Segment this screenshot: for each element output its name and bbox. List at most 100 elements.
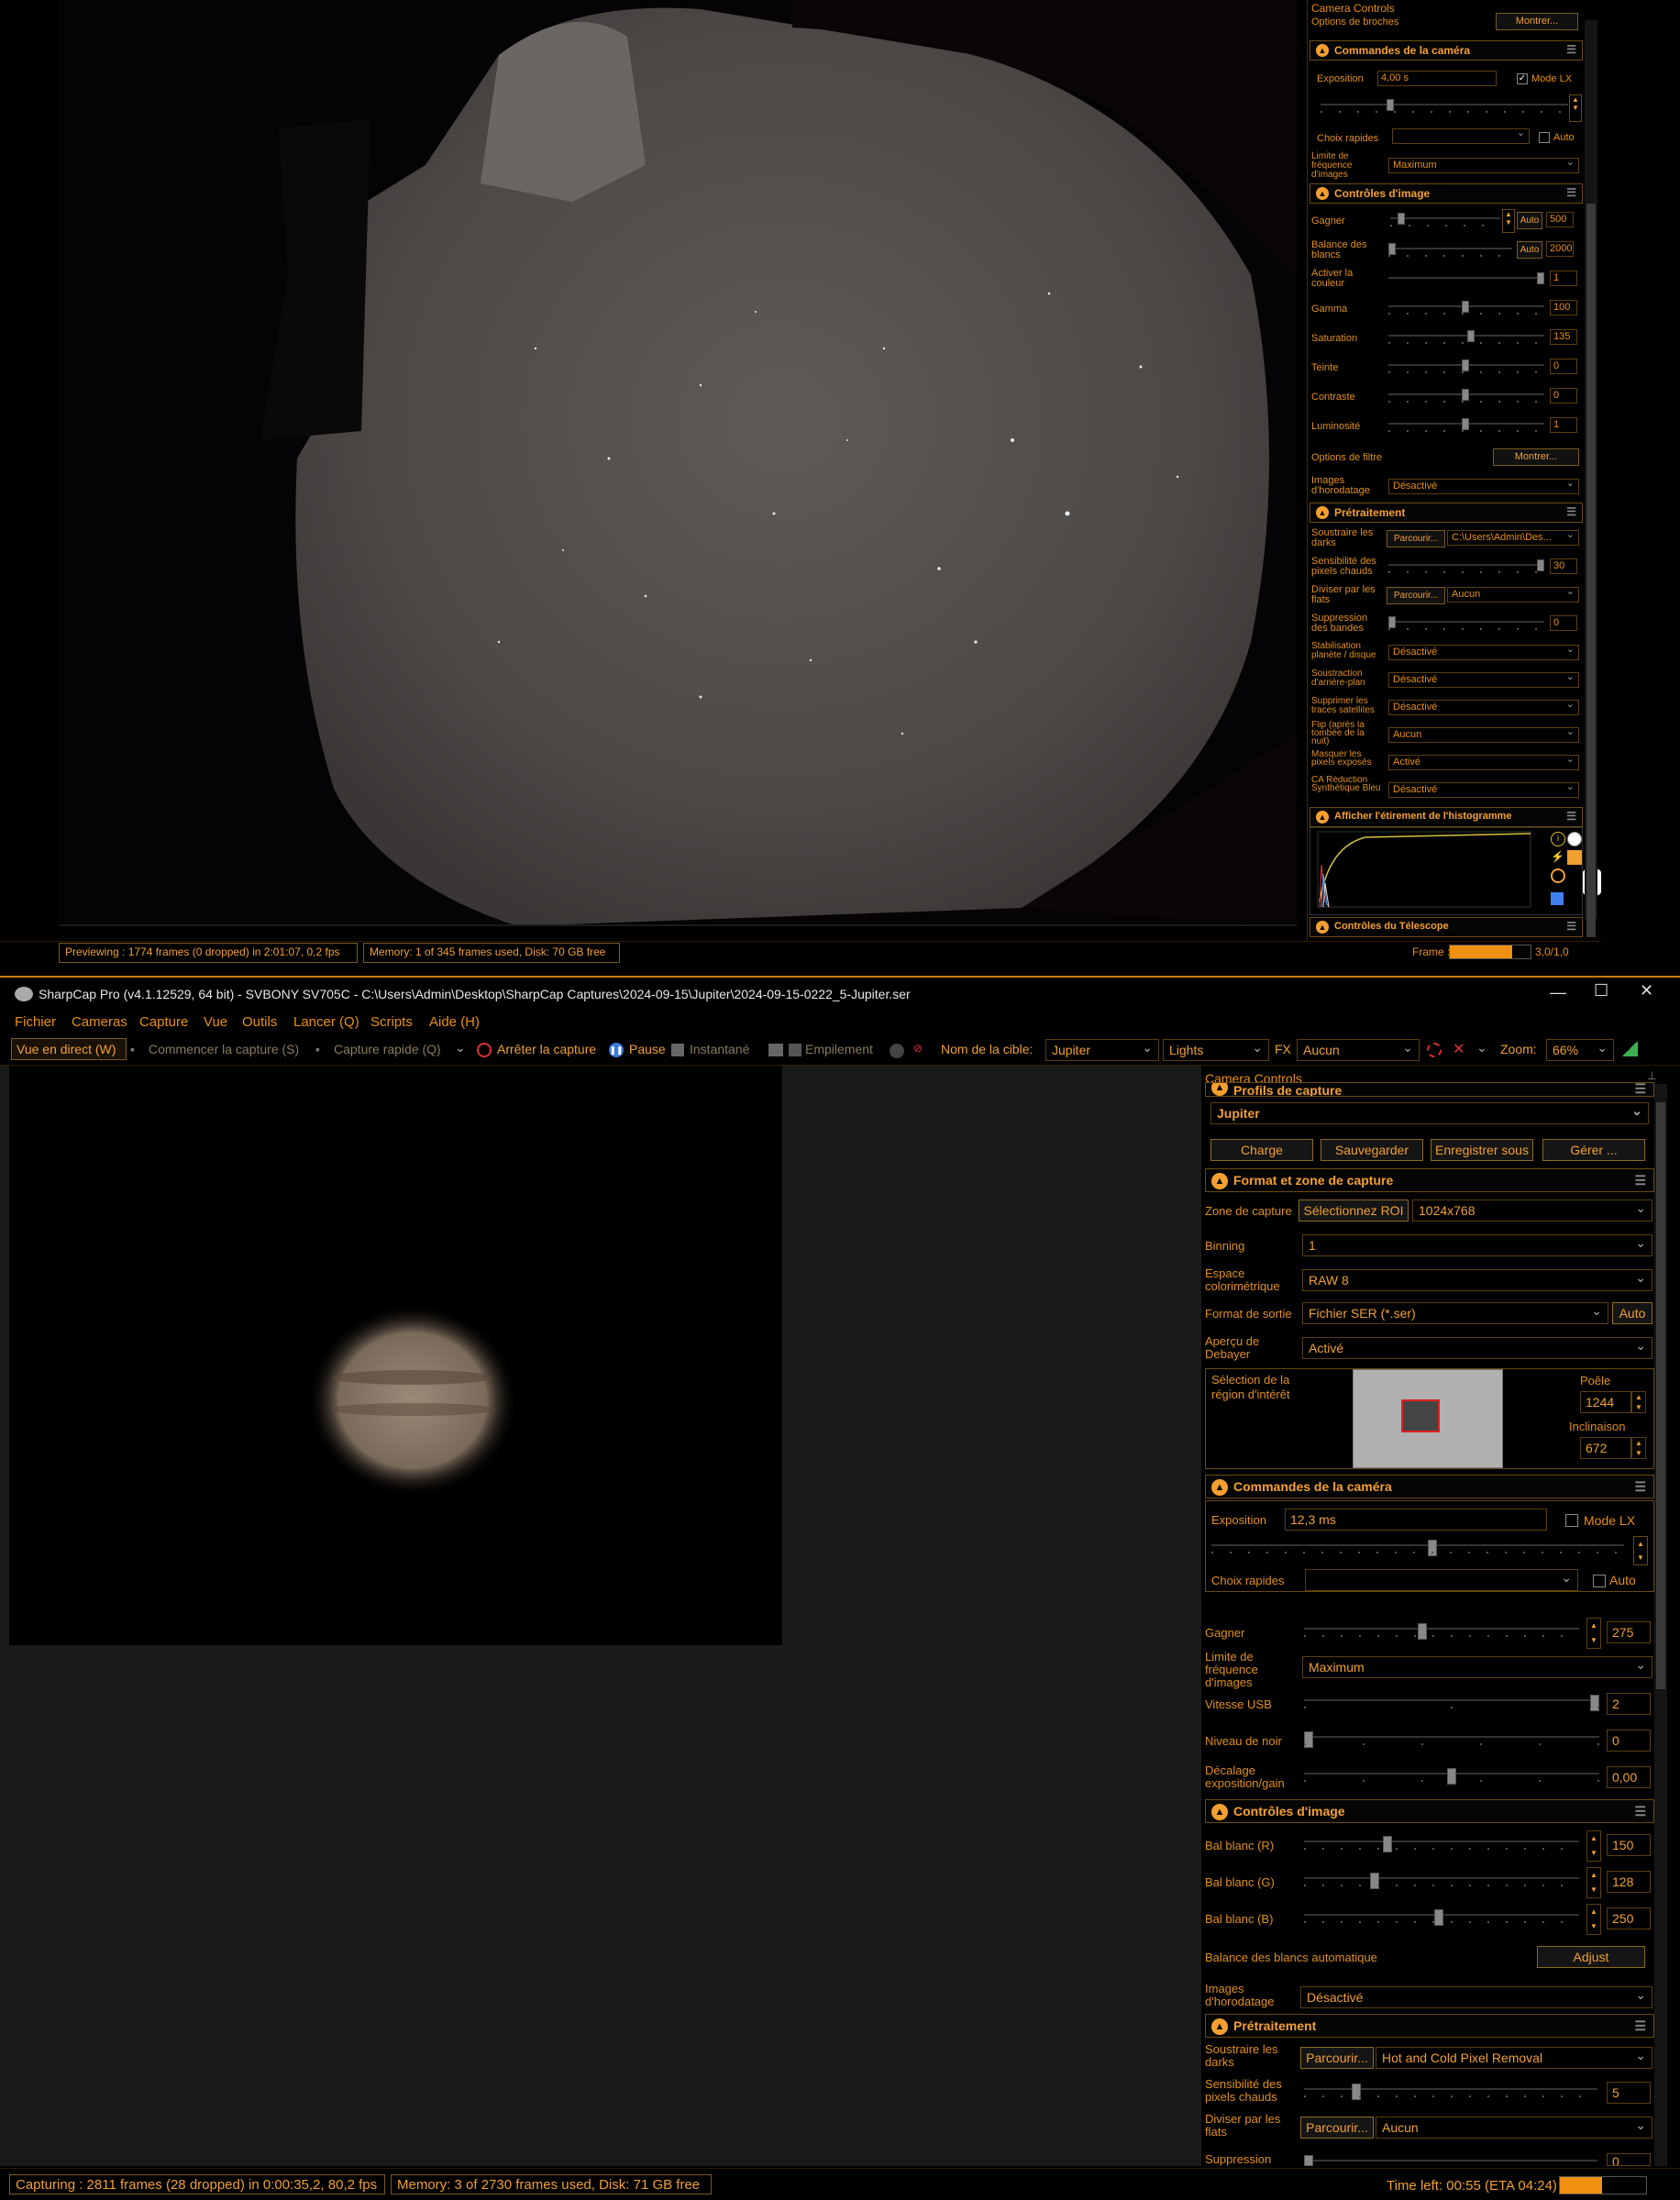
reticle-icon[interactable] bbox=[1427, 1043, 1442, 1057]
vertical-scrollbar[interactable] bbox=[1654, 1084, 1667, 2166]
decalage-value[interactable]: 0,00 bbox=[1607, 1766, 1651, 1788]
close-button[interactable]: ✕ bbox=[1640, 981, 1653, 1001]
fx-dropdown[interactable]: Aucun bbox=[1297, 1039, 1420, 1061]
pin-icon[interactable]: ⊥ bbox=[1647, 1069, 1656, 1082]
menu-icon[interactable]: ☰ bbox=[1566, 186, 1576, 199]
chevron-down-icon[interactable]: ⌄ bbox=[1476, 1040, 1487, 1056]
bal-blanc-r-value[interactable]: 150 bbox=[1607, 1834, 1651, 1856]
gagner-auto-button[interactable]: Auto bbox=[1517, 212, 1542, 229]
ca-reduction-dropdown[interactable]: Désactivé bbox=[1388, 782, 1579, 798]
chevron-up-icon[interactable]: ▲ bbox=[1211, 1804, 1228, 1820]
bal-blanc-r-slider[interactable] bbox=[1304, 1836, 1579, 1852]
maximize-button[interactable]: ☐ bbox=[1594, 981, 1608, 1001]
mode-lx-checkbox[interactable] bbox=[1565, 1514, 1578, 1527]
menu-cameras[interactable]: Cameras bbox=[72, 1014, 127, 1030]
menu-aide[interactable]: Aide (H) bbox=[429, 1014, 480, 1030]
section-pretraitement-header[interactable]: ▲ Prétraitement ☰ bbox=[1205, 2014, 1654, 2038]
gagner-value[interactable]: 500 bbox=[1546, 212, 1574, 227]
sensibilite-slider[interactable] bbox=[1304, 2084, 1597, 2100]
section-pretraitement-header[interactable]: ▲ Prétraitement ☰ bbox=[1310, 503, 1583, 523]
lightning-icon[interactable]: ⚡ bbox=[1551, 850, 1565, 865]
bal-blanc-g-slider[interactable] bbox=[1304, 1873, 1579, 1889]
chevron-down-icon[interactable]: ⌄ bbox=[455, 1040, 466, 1056]
crosshair-icon[interactable]: ✕ bbox=[1453, 1040, 1464, 1058]
suppression-bandes-value[interactable]: 0 bbox=[1550, 615, 1577, 631]
profil-dropdown[interactable]: Jupiter bbox=[1210, 1102, 1649, 1124]
contraste-value[interactable]: 0 bbox=[1550, 388, 1577, 404]
live-view-button[interactable]: Vue en direct (W) bbox=[11, 1038, 127, 1060]
chevron-up-icon[interactable]: ▲ bbox=[1316, 44, 1329, 57]
section-image-header[interactable]: ▲ Contrôles d'image ☰ bbox=[1310, 183, 1583, 204]
gagner-spinner[interactable]: ▲ ▼ bbox=[1502, 209, 1515, 233]
parcourir-flats-button[interactable]: Parcourir... bbox=[1300, 2117, 1374, 2139]
select-roi-button[interactable]: Sélectionnez ROI bbox=[1299, 1199, 1409, 1222]
start-capture-button[interactable]: Commencer la capture (S) bbox=[149, 1042, 299, 1056]
sensibilite-slider[interactable] bbox=[1388, 559, 1544, 573]
chevron-up-icon[interactable]: ▲ bbox=[1211, 1173, 1228, 1189]
balance-value[interactable]: 2000 bbox=[1546, 241, 1574, 257]
bal-blanc-r-spinner[interactable]: ▲ ▼ bbox=[1586, 1830, 1601, 1862]
refresh-icon[interactable] bbox=[1551, 868, 1565, 883]
pause-button[interactable]: Pause bbox=[629, 1042, 666, 1056]
minimize-button[interactable]: — bbox=[1550, 983, 1566, 1002]
section-telescope-header[interactable]: ▲ Contrôles du Télescope ☰ bbox=[1310, 917, 1583, 937]
flip-dropdown[interactable]: Aucun bbox=[1388, 727, 1579, 743]
info-icon[interactable]: i bbox=[1551, 832, 1565, 846]
limite-dropdown[interactable]: Maximum bbox=[1388, 158, 1579, 173]
diviser-flats-dropdown[interactable]: Aucun bbox=[1447, 587, 1579, 603]
niveau-noir-slider[interactable] bbox=[1304, 1731, 1599, 1748]
saturation-value[interactable]: 135 bbox=[1550, 329, 1577, 345]
quick-capture-button[interactable]: Capture rapide (Q) bbox=[334, 1042, 441, 1056]
teinte-slider[interactable] bbox=[1388, 359, 1544, 373]
diviser-flats-dropdown[interactable]: Aucun bbox=[1376, 2117, 1652, 2139]
images-horodatage-dropdown[interactable]: Désactivé bbox=[1300, 1986, 1652, 2008]
roi-rectangle[interactable] bbox=[1401, 1399, 1440, 1432]
gerer-button[interactable]: Gérer ... bbox=[1542, 1139, 1645, 1161]
balance-slider[interactable] bbox=[1388, 243, 1512, 257]
horizontal-scrollbar[interactable] bbox=[59, 924, 1297, 926]
section-camera-header[interactable]: ▲ Commandes de la caméra ☰ bbox=[1205, 1475, 1654, 1498]
menu-icon[interactable]: ☰ bbox=[1634, 1804, 1646, 1819]
images-horodatage-dropdown[interactable]: Désactivé bbox=[1388, 479, 1579, 494]
options-filtre-button[interactable]: Montrer... bbox=[1493, 448, 1579, 466]
lock-icon[interactable] bbox=[1567, 850, 1582, 865]
suppression-value[interactable]: 0 bbox=[1607, 2153, 1651, 2166]
activer-couleur-slider[interactable] bbox=[1388, 272, 1544, 285]
soustraction-dropdown[interactable]: Désactivé bbox=[1388, 672, 1579, 688]
chevron-up-icon[interactable]: ▲ bbox=[1316, 921, 1329, 934]
soustraire-darks-dropdown[interactable]: Hot and Cold Pixel Removal bbox=[1376, 2047, 1652, 2069]
charge-button[interactable]: Charge bbox=[1210, 1139, 1313, 1161]
inclinaison-input[interactable]: 672 bbox=[1580, 1437, 1631, 1459]
section-image-header[interactable]: ▲ Contrôles d'image ☰ bbox=[1205, 1799, 1654, 1823]
options-broches-button[interactable]: Montrer... bbox=[1496, 13, 1578, 30]
poele-input[interactable]: 1244 bbox=[1580, 1391, 1631, 1413]
no-target-icon[interactable]: ⊘ bbox=[913, 1042, 923, 1055]
teinte-value[interactable]: 0 bbox=[1550, 359, 1577, 374]
inclinaison-spinner[interactable]: ▲ ▼ bbox=[1631, 1437, 1646, 1459]
apercu-debayer-dropdown[interactable]: Activé bbox=[1302, 1337, 1652, 1359]
exposition-slider[interactable] bbox=[1211, 1540, 1624, 1556]
contrast-icon[interactable] bbox=[1567, 832, 1582, 846]
binning-dropdown[interactable]: 1 bbox=[1302, 1234, 1652, 1256]
adjust-button[interactable]: Adjust bbox=[1537, 1946, 1645, 1968]
save-icon[interactable] bbox=[1551, 892, 1564, 905]
masquer-dropdown[interactable]: Activé bbox=[1388, 755, 1579, 770]
activer-couleur-value[interactable]: 1 bbox=[1550, 271, 1577, 286]
menu-vue[interactable]: Vue bbox=[204, 1014, 227, 1030]
target-name-dropdown[interactable]: Jupiter bbox=[1045, 1039, 1159, 1061]
vitesse-usb-slider[interactable] bbox=[1304, 1695, 1599, 1711]
gagner-spinner[interactable]: ▲ ▼ bbox=[1586, 1618, 1601, 1649]
chevron-up-icon[interactable]: ▲ bbox=[1316, 187, 1329, 200]
choix-rapides-dropdown[interactable] bbox=[1305, 1569, 1578, 1591]
parcourir-darks-button[interactable]: Parcourir... bbox=[1300, 2047, 1374, 2069]
menu-lancer[interactable]: Lancer (Q) bbox=[293, 1014, 359, 1030]
sensibilite-value[interactable]: 30 bbox=[1550, 558, 1577, 574]
section-profils-header[interactable]: ▲ Profils de capture ☰ bbox=[1205, 1082, 1654, 1097]
sensibilite-value[interactable]: 5 bbox=[1607, 2082, 1651, 2104]
section-format-header[interactable]: ▲ Format et zone de capture ☰ bbox=[1205, 1168, 1654, 1192]
bal-blanc-b-value[interactable]: 250 bbox=[1607, 1907, 1651, 1929]
histogram-panel[interactable]: i ⚡ bbox=[1310, 827, 1583, 915]
enregistrer-button[interactable]: Enregistrer sous bbox=[1431, 1139, 1533, 1161]
menu-icon[interactable]: ☰ bbox=[1566, 920, 1576, 933]
menu-fichier[interactable]: Fichier bbox=[15, 1014, 56, 1030]
